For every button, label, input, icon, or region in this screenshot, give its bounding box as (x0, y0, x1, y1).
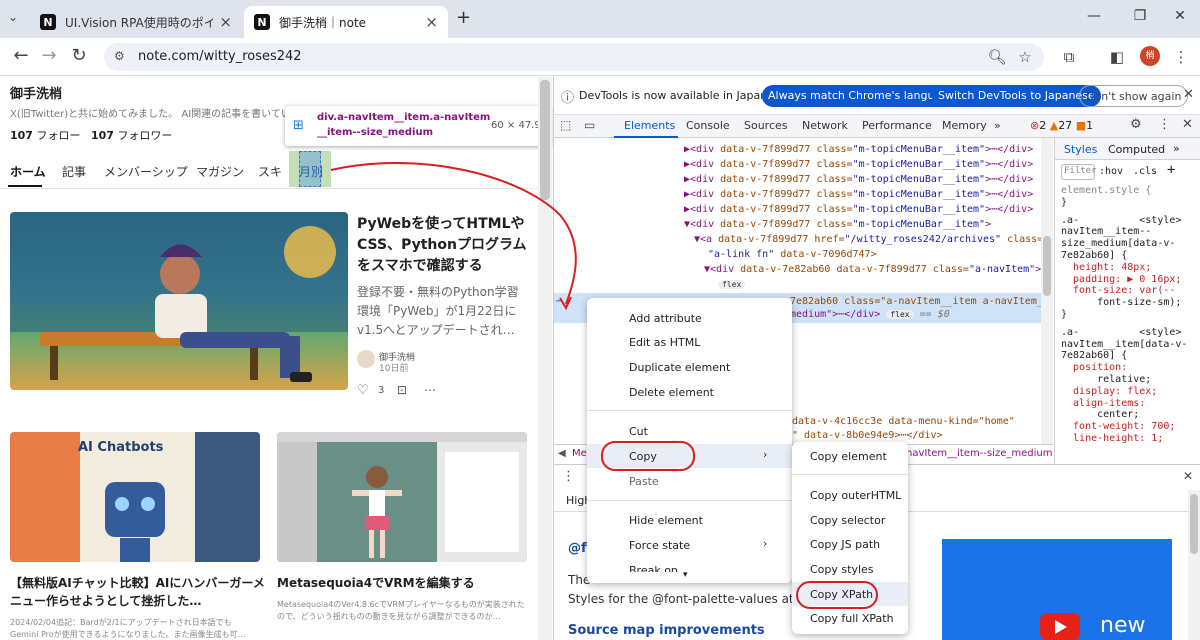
annotation-arrow-graphic (330, 161, 577, 311)
